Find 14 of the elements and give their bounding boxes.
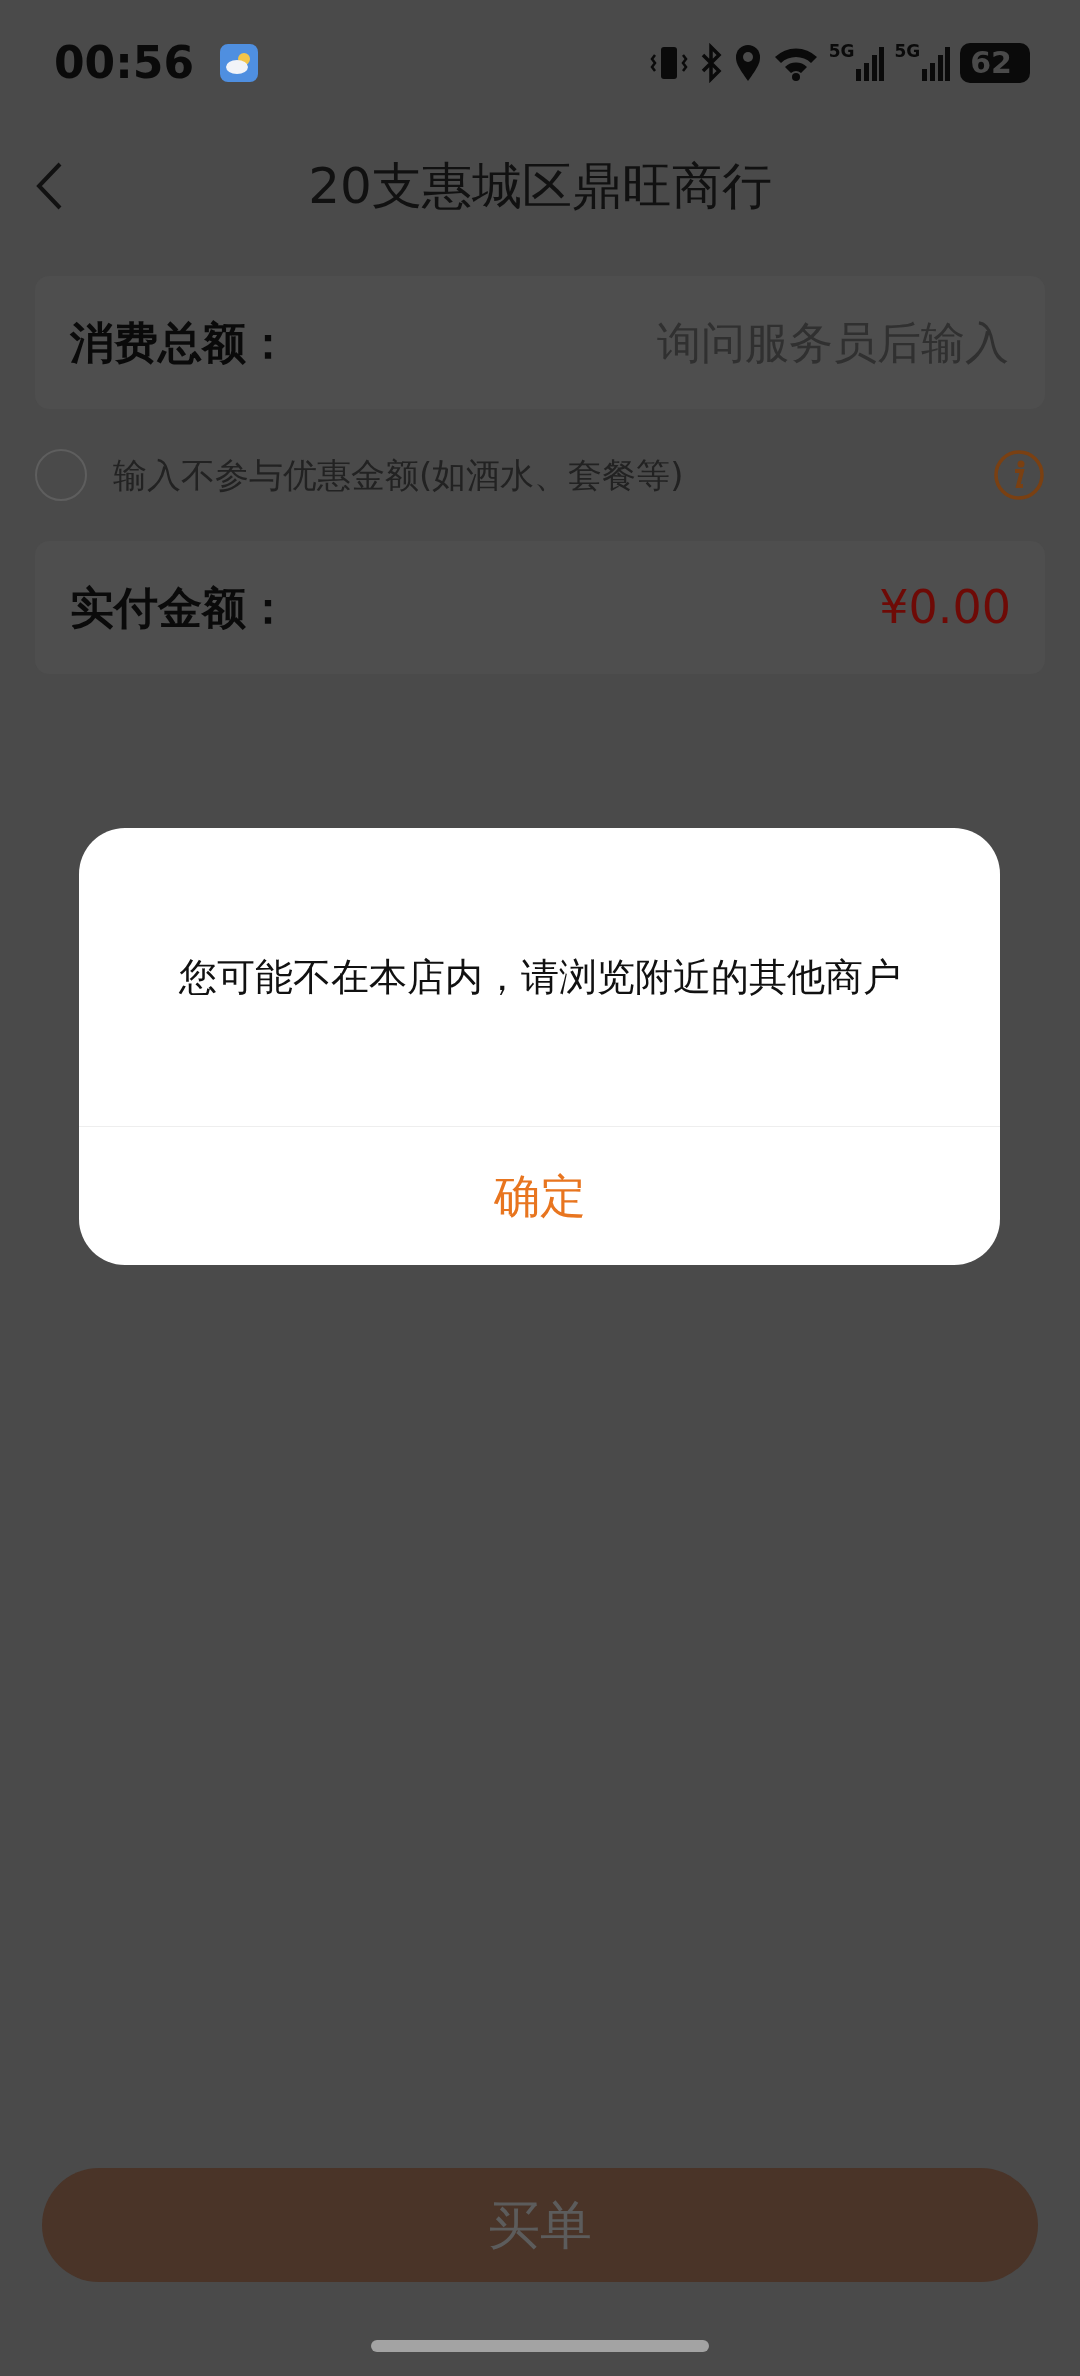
field-label: 实付金额：	[70, 580, 290, 635]
network-type-label: 5G	[828, 43, 855, 60]
payable-amount: ¥0.00	[879, 579, 1011, 636]
page-title: 20支惠城区鼎旺商行	[308, 155, 772, 217]
info-icon[interactable]	[993, 449, 1045, 501]
dialog-message: 您可能不在本店内，请浏览附近的其他商户	[79, 828, 1000, 1127]
home-indicator[interactable]	[371, 2340, 709, 2352]
back-icon[interactable]	[34, 161, 64, 211]
network-type-label: 5G	[894, 43, 921, 60]
battery-level: 62	[960, 43, 1030, 83]
field-label: 消费总额：	[70, 315, 290, 370]
confirm-button[interactable]: 确定	[79, 1127, 1000, 1265]
weather-icon	[220, 44, 259, 82]
clock-time: 00:56	[54, 36, 195, 90]
